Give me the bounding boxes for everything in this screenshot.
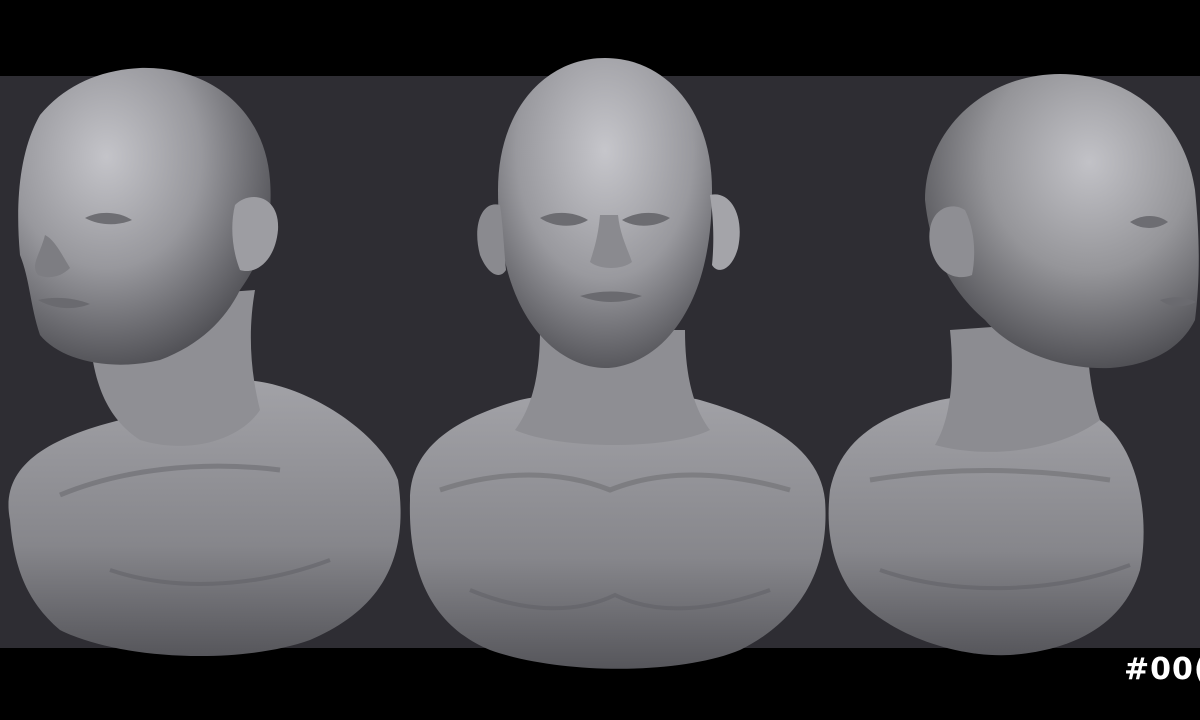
right-bust-ear xyxy=(929,206,975,278)
bust-three-quarter-left xyxy=(8,67,401,657)
sculpt-number-label: #00( xyxy=(1124,652,1200,687)
front-bust-ear-right xyxy=(710,194,740,270)
bust-three-quarter-right xyxy=(828,74,1199,656)
left-bust-ear xyxy=(232,197,279,272)
bust-front xyxy=(409,58,826,669)
front-bust-head xyxy=(498,58,712,368)
sculpt-render xyxy=(8,58,1199,669)
caption-area: #00( xyxy=(0,648,1200,720)
